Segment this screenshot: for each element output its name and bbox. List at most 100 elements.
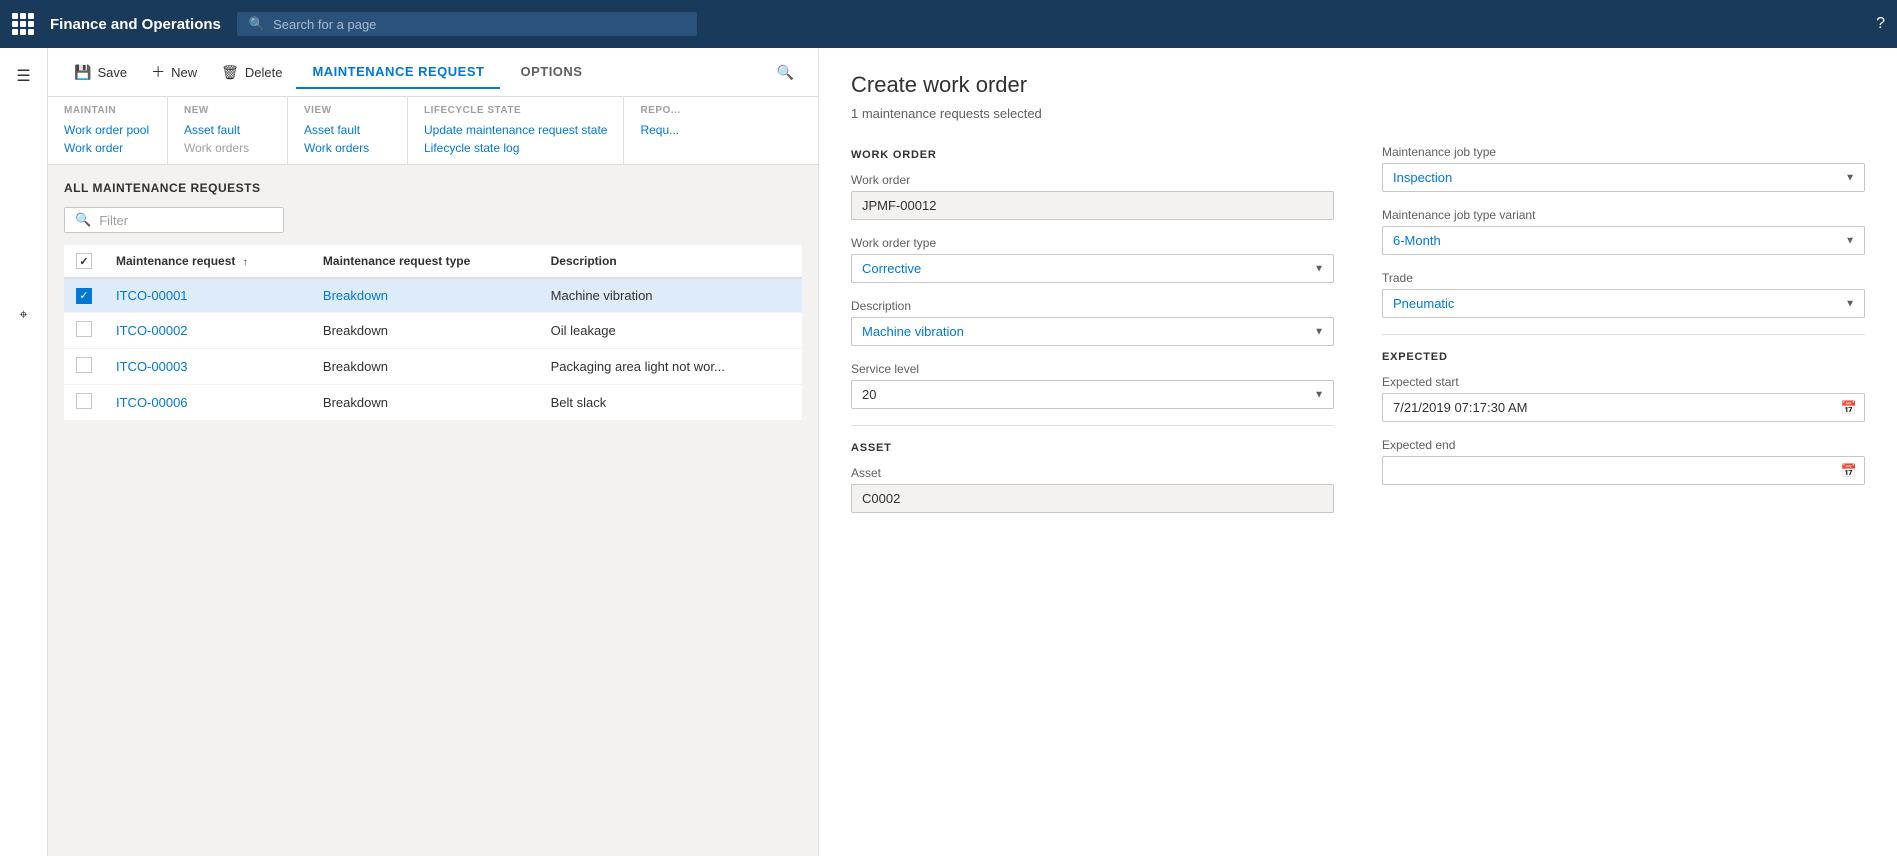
row-checkbox[interactable] [76,357,92,373]
trade-field: Trade Pneumatic Electrical Mechanical ▼ [1382,271,1865,318]
row-check-cell: ✓ [64,278,104,312]
save-icon: 💾 [74,64,91,81]
command-group-report: REPO... Requ... [624,97,744,164]
maint-job-type-select[interactable]: Inspection Preventive Corrective [1382,163,1865,192]
work-order-pool-link[interactable]: Work order pool [64,122,151,138]
expected-end-field: Expected end 📅 [1382,438,1865,485]
filter-search-icon: 🔍 [75,212,91,228]
service-level-select[interactable]: 10 20 30 40 [851,380,1334,409]
new-group-items: Asset fault Work orders [184,122,271,156]
apps-menu-icon[interactable] [12,13,34,35]
maint-job-type-field: Maintenance job type Inspection Preventi… [1382,145,1865,192]
trade-select[interactable]: Pneumatic Electrical Mechanical [1382,289,1865,318]
asset-fault-view-link[interactable]: Asset fault [304,122,391,138]
filter-input[interactable] [99,213,273,228]
delete-label: Delete [245,65,283,80]
filter-box[interactable]: 🔍 [64,207,284,233]
asset-fault-link[interactable]: Asset fault [184,122,271,138]
service-level-wrapper: 10 20 30 40 ▼ [851,380,1334,409]
save-button[interactable]: 💾 Save [64,58,137,87]
divider-expected [1382,334,1865,335]
delete-icon: 🗑 [221,64,239,81]
maint-job-type-variant-select[interactable]: 6-Month 3-Month Annual [1382,226,1865,255]
expected-start-wrapper: 📅 [1382,393,1865,422]
work-order-type-select[interactable]: Corrective Preventive Inspection [851,254,1334,283]
new-icon: ＋ [151,62,165,82]
table-row[interactable]: ITCO-00003 Breakdown Packaging area ligh… [64,348,802,384]
expected-end-input[interactable] [1382,456,1865,485]
right-panel: Create work order 1 maintenance requests… [818,48,1897,856]
update-state-link[interactable]: Update maintenance request state [424,122,607,138]
left-panel: 💾 Save ＋ New 🗑 Delete MAINTENANCE REQUES… [48,48,818,856]
row-type-cell[interactable]: Breakdown [311,384,539,420]
header-maintenance-request[interactable]: Maintenance request ↑ [104,245,311,278]
table-row[interactable]: ITCO-00002 Breakdown Oil leakage [64,312,802,348]
maintain-group-items: Work order pool Work order [64,122,151,156]
asset-field: Asset [851,466,1334,513]
work-order-type-wrapper: Corrective Preventive Inspection ▼ [851,254,1334,283]
expected-start-label: Expected start [1382,375,1865,389]
expected-end-wrapper: 📅 [1382,456,1865,485]
form-right-col: Maintenance job type Inspection Preventi… [1382,145,1865,529]
work-orders-link: Work orders [184,140,271,156]
work-order-section-label: WORK ORDER [851,149,1334,161]
save-label: Save [97,65,127,80]
work-orders-view-link[interactable]: Work orders [304,140,391,156]
filter-sidebar-icon[interactable]: ⌖ [9,296,37,333]
description-select[interactable]: Machine vibration Oil leakage Belt slack [851,317,1334,346]
work-order-type-label: Work order type [851,236,1334,250]
panel-title: Create work order [851,72,1865,98]
expected-start-input[interactable] [1382,393,1865,422]
row-description-cell: Oil leakage [539,312,802,348]
row-type-cell[interactable]: Breakdown [311,348,539,384]
service-level-label: Service level [851,362,1334,376]
toolbar: 💾 Save ＋ New 🗑 Delete MAINTENANCE REQUES… [48,48,818,97]
expected-end-label: Expected end [1382,438,1865,452]
tab-options[interactable]: OPTIONS [504,56,598,89]
row-id-cell[interactable]: ITCO-00001 [104,278,311,312]
header-description[interactable]: Description [539,245,802,278]
maint-job-type-variant-wrapper: 6-Month 3-Month Annual ▼ [1382,226,1865,255]
row-type-cell[interactable]: Breakdown [311,312,539,348]
new-button[interactable]: ＋ New [141,56,207,88]
command-group-maintain: MAINTAIN Work order pool Work order [48,97,168,164]
new-label: New [171,65,197,80]
command-groups: MAINTAIN Work order pool Work order NEW … [48,97,818,165]
table-row[interactable]: ITCO-00006 Breakdown Belt slack [64,384,802,420]
row-description-cell: Packaging area light not wor... [539,348,802,384]
app-name: Finance and Operations [50,16,221,33]
panel-subtitle: 1 maintenance requests selected [851,106,1865,121]
toolbar-search-icon[interactable]: 🔍 [769,56,802,89]
header-type[interactable]: Maintenance request type [311,245,539,278]
search-box[interactable]: 🔍 [237,12,697,36]
search-input[interactable] [273,17,685,32]
delete-button[interactable]: 🗑 Delete [211,58,292,87]
header-checkbox[interactable]: ✓ [76,253,92,269]
description-field: Description Machine vibration Oil leakag… [851,299,1334,346]
lifecycle-log-link[interactable]: Lifecycle state log [424,140,607,156]
row-type-cell[interactable]: Breakdown [311,278,539,312]
search-icon: 🔍 [249,16,265,32]
work-order-link[interactable]: Work order [64,140,151,156]
maint-job-type-wrapper: Inspection Preventive Corrective ▼ [1382,163,1865,192]
row-description-cell: Belt slack [539,384,802,420]
row-checkbox[interactable] [76,393,92,409]
requ-link[interactable]: Requ... [640,122,728,138]
row-checkbox[interactable] [76,321,92,337]
hamburger-menu-icon[interactable]: ☰ [6,56,40,96]
maintain-group-label: MAINTAIN [64,105,151,116]
section-title: ALL MAINTENANCE REQUESTS [64,181,260,195]
row-id-cell[interactable]: ITCO-00003 [104,348,311,384]
row-id-cell[interactable]: ITCO-00006 [104,384,311,420]
work-order-input[interactable] [851,191,1334,220]
tab-maintenance-request[interactable]: MAINTENANCE REQUEST [296,56,500,89]
divider-asset [851,425,1334,426]
table-row[interactable]: ✓ ITCO-00001 Breakdown Machine vibration [64,278,802,312]
row-description-cell: Machine vibration [539,278,802,312]
asset-input[interactable] [851,484,1334,513]
maintenance-requests-table: ✓ Maintenance request ↑ Maintenance requ… [64,245,802,421]
help-icon[interactable]: ? [1876,15,1885,33]
row-checkbox[interactable]: ✓ [76,288,92,304]
content-area: ALL MAINTENANCE REQUESTS 🔍 ✓ [48,165,818,856]
row-id-cell[interactable]: ITCO-00002 [104,312,311,348]
